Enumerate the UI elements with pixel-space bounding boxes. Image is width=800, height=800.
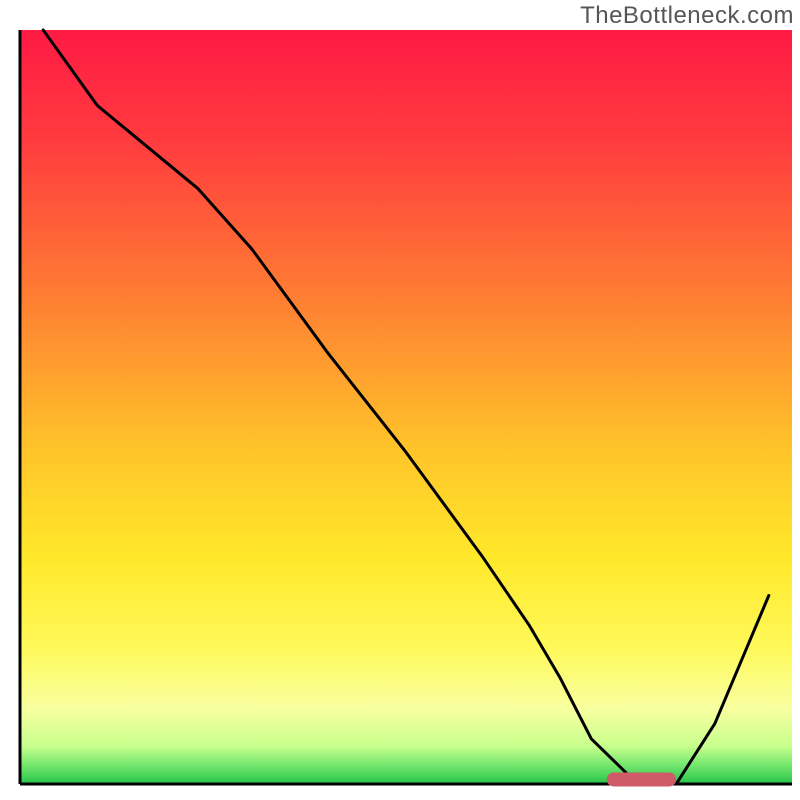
plot-background	[20, 30, 792, 784]
chart-svg	[0, 0, 800, 800]
watermark-label: TheBottleneck.com	[580, 2, 794, 30]
optimal-marker	[607, 772, 676, 786]
bottleneck-chart: TheBottleneck.com	[0, 0, 800, 800]
